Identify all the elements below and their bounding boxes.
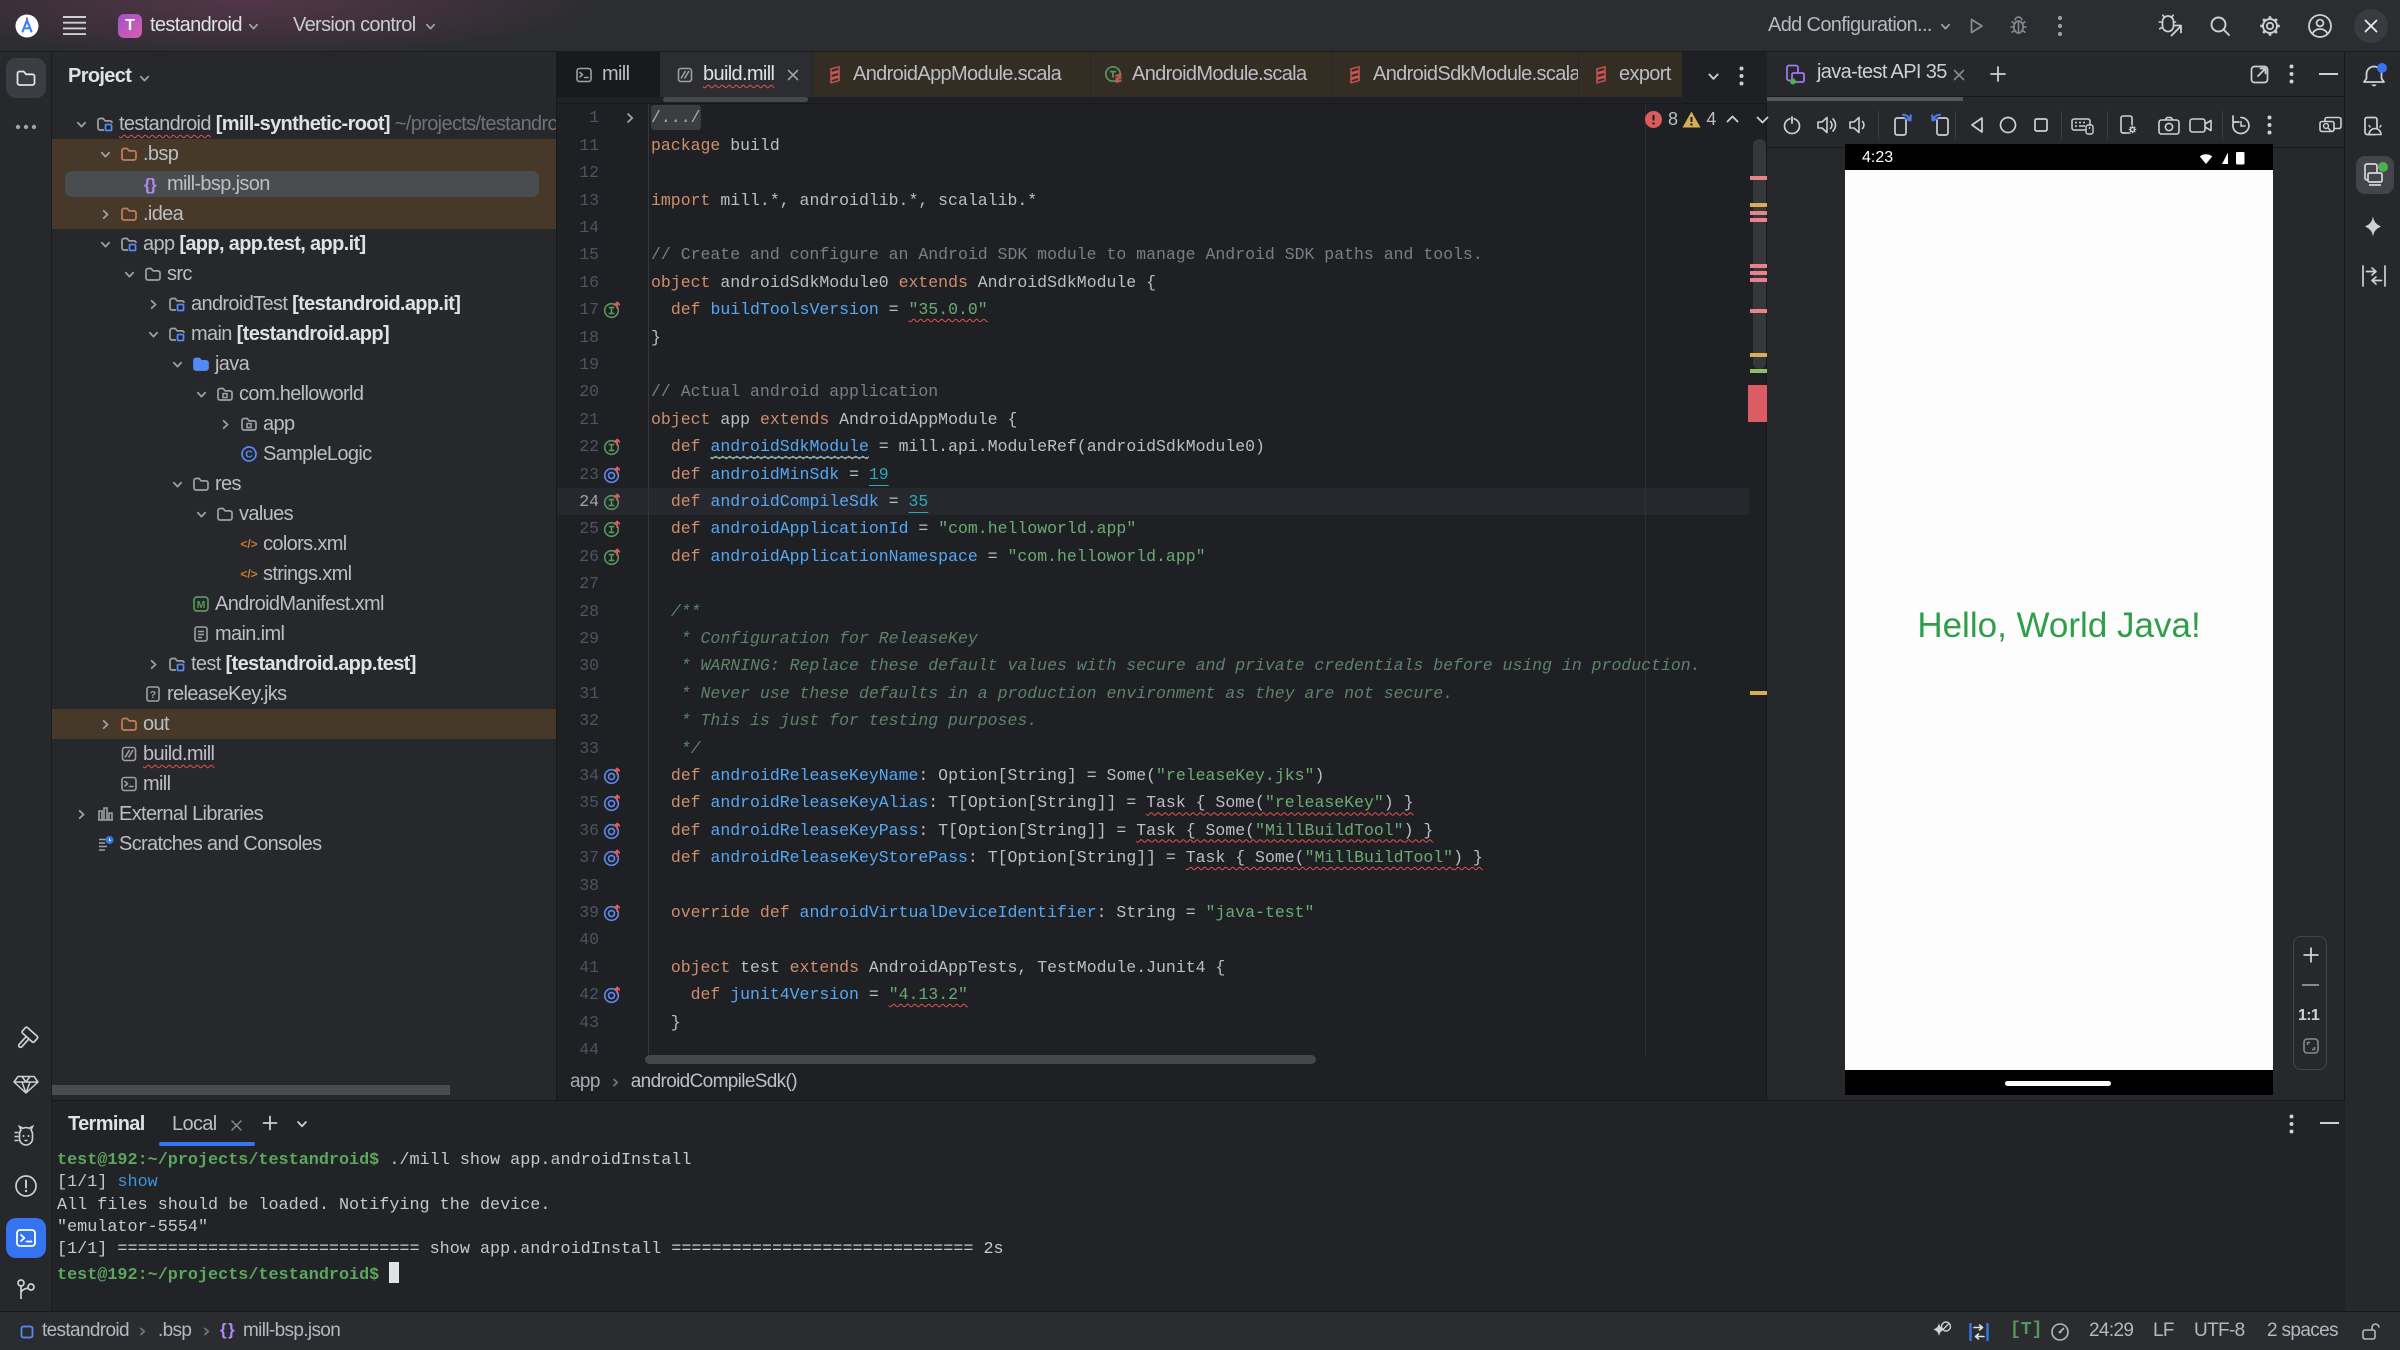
svg-text:M: M <box>197 599 206 611</box>
svg-text:</>: </> <box>240 567 257 581</box>
svg-text:?: ? <box>150 689 156 701</box>
svg-text:C: C <box>245 449 253 461</box>
svg-text:</>: </> <box>240 537 257 551</box>
